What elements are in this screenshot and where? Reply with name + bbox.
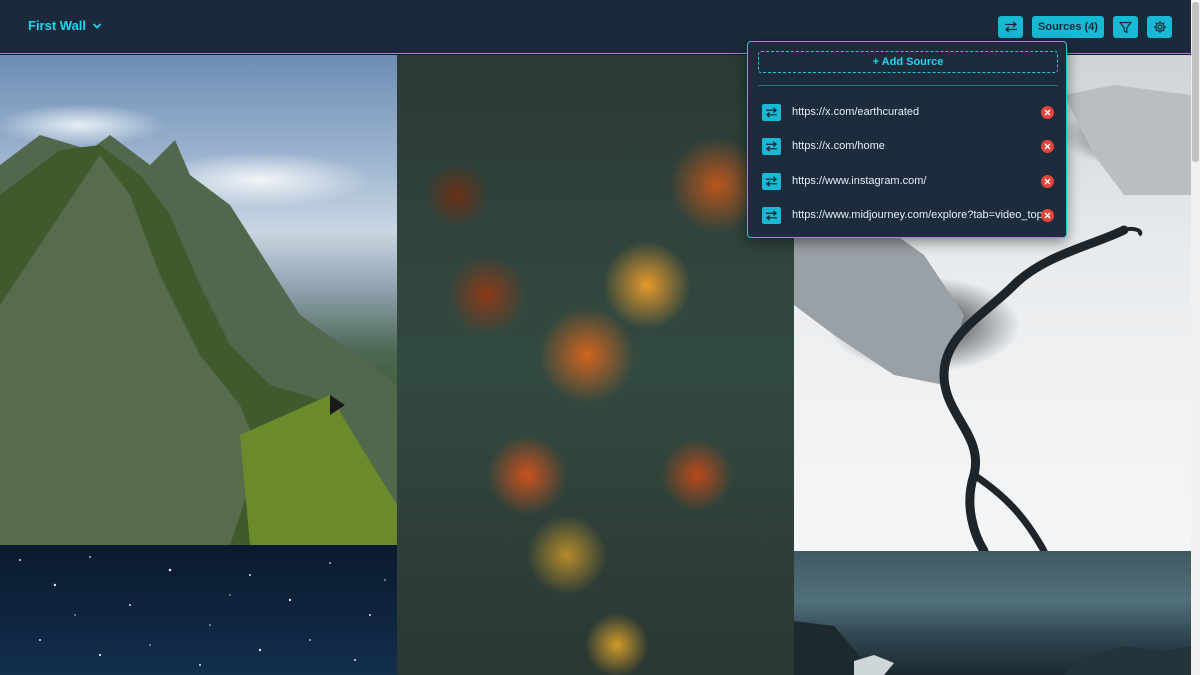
chevron-down-icon	[92, 22, 102, 29]
stormy-mountains-photo[interactable]	[794, 551, 1191, 675]
starry-sky-illustration	[19, 556, 386, 666]
source-item: https://www.midjourney.com/explore?tab=v…	[762, 205, 1054, 225]
source-url: https://x.com/earthcurated	[792, 106, 920, 118]
source-item: https://x.com/earthcurated	[762, 102, 1054, 122]
swap-button[interactable]	[998, 16, 1023, 38]
mountain-ridge-photo[interactable]	[0, 55, 397, 545]
mountain-ridge-illustration	[0, 135, 397, 545]
vertical-scrollbar[interactable]	[1191, 0, 1200, 675]
sources-button-label: Sources (4)	[1038, 21, 1098, 33]
wall-selector[interactable]: First Wall	[28, 18, 102, 33]
source-toggle-button[interactable]	[762, 172, 781, 190]
swap-arrows-icon	[765, 209, 778, 221]
remove-source-button[interactable]	[1041, 140, 1054, 153]
stormy-mountains-illustration	[794, 621, 1191, 675]
add-source-label: + Add Source	[872, 56, 944, 68]
swap-arrows-icon	[765, 106, 778, 118]
source-toggle-button[interactable]	[762, 103, 781, 121]
sources-button[interactable]: Sources (4)	[1032, 16, 1104, 38]
sources-dropdown: + Add Source https://x.com/earthcurated	[747, 41, 1067, 238]
remove-source-button[interactable]	[1041, 106, 1054, 119]
divider	[758, 85, 1058, 86]
swap-arrows-icon	[1004, 21, 1017, 33]
starry-sky-photo[interactable]	[0, 545, 397, 675]
app-window: First Wall Sources (4) + Add Source http…	[0, 0, 1200, 675]
source-url: https://x.com/home	[792, 140, 885, 152]
source-toggle-button[interactable]	[762, 137, 781, 155]
close-icon	[1044, 109, 1051, 116]
source-item: https://x.com/home	[762, 136, 1054, 156]
remove-source-button[interactable]	[1041, 209, 1054, 222]
filter-icon	[1119, 21, 1132, 33]
source-toggle-button[interactable]	[762, 206, 781, 224]
remove-source-button[interactable]	[1041, 175, 1054, 188]
swap-arrows-icon	[765, 175, 778, 187]
source-item: https://www.instagram.com/	[762, 171, 1054, 191]
source-url: https://www.instagram.com/	[792, 175, 927, 187]
add-source-button[interactable]: + Add Source	[758, 51, 1058, 73]
close-icon	[1044, 212, 1051, 219]
settings-button[interactable]	[1147, 16, 1172, 38]
source-url: https://www.midjourney.com/explore?tab=v…	[792, 209, 1043, 221]
close-icon	[1044, 143, 1051, 150]
close-icon	[1044, 178, 1051, 185]
wall-title-label: First Wall	[28, 18, 87, 33]
autumn-forest-aerial-photo[interactable]	[397, 55, 794, 675]
swap-arrows-icon	[765, 140, 778, 152]
scrollbar-thumb[interactable]	[1192, 2, 1199, 162]
filter-button[interactable]	[1113, 16, 1138, 38]
gear-icon	[1153, 21, 1166, 33]
